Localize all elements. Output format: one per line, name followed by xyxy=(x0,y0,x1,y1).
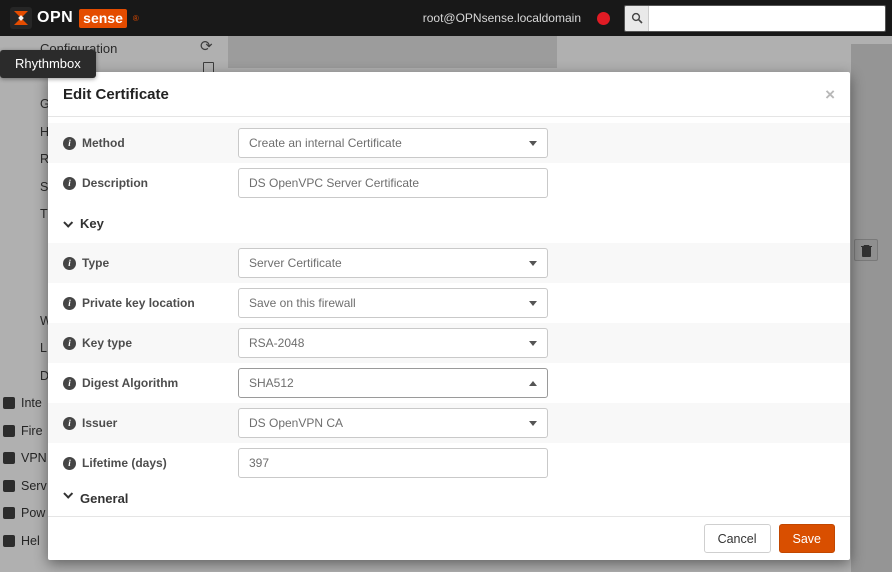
cancel-button[interactable]: Cancel xyxy=(703,524,771,553)
field-label: Issuer xyxy=(82,416,118,430)
caret-down-icon xyxy=(529,420,537,426)
info-icon[interactable]: i xyxy=(63,256,76,270)
brand-text-sense: sense xyxy=(79,8,127,28)
edit-certificate-modal: Edit Certificate × i Method Create an in… xyxy=(48,72,850,560)
issuer-select[interactable]: DS OpenVPN CA xyxy=(238,408,548,438)
caret-down-icon xyxy=(529,300,537,306)
save-button[interactable]: Save xyxy=(778,524,835,553)
form-row-description: i Description xyxy=(48,163,850,203)
form-row-lifetime: i Lifetime (days) xyxy=(48,443,850,483)
info-icon[interactable]: i xyxy=(63,176,76,190)
form-row-method: i Method Create an internal Certificate xyxy=(48,123,850,163)
form-row-type: i Type Server Certificate xyxy=(48,243,850,283)
brand-reg-mark: ® xyxy=(132,13,139,23)
notification-dot[interactable] xyxy=(597,11,610,25)
field-label: Digest Algorithm xyxy=(82,376,179,390)
caret-down-icon xyxy=(529,340,537,346)
section-header-key[interactable]: Key xyxy=(48,203,850,243)
description-input[interactable] xyxy=(238,168,548,198)
modal-footer: Cancel Save xyxy=(48,516,850,560)
form-row-private-key-location: i Private key location Save on this fire… xyxy=(48,283,850,323)
method-select[interactable]: Create an internal Certificate xyxy=(238,128,548,158)
field-label: Description xyxy=(82,176,149,190)
type-select[interactable]: Server Certificate xyxy=(238,248,548,278)
search-icon xyxy=(625,5,649,31)
chevron-down-icon xyxy=(63,217,74,228)
form-row-key-type: i Key type RSA-2048 xyxy=(48,323,850,363)
modal-header: Edit Certificate × xyxy=(48,72,850,117)
info-icon[interactable]: i xyxy=(63,376,76,390)
caret-down-icon xyxy=(529,140,537,146)
field-label: Method xyxy=(82,136,125,150)
logged-in-user: root@OPNsense.localdomain xyxy=(422,11,581,25)
caret-up-icon xyxy=(529,380,537,386)
info-icon[interactable]: i xyxy=(63,456,76,470)
topbar: OPN sense ® root@OPNsense.localdomain xyxy=(0,0,892,36)
caret-down-icon xyxy=(529,260,537,266)
close-icon[interactable]: × xyxy=(825,86,835,103)
key-type-select[interactable]: RSA-2048 xyxy=(238,328,548,358)
section-header-general[interactable]: General xyxy=(48,483,850,515)
opnsense-logo[interactable]: OPN sense ® xyxy=(6,7,139,29)
info-icon[interactable]: i xyxy=(63,136,76,150)
modal-body: i Method Create an internal Certificate … xyxy=(48,117,850,516)
rhythmbox-tooltip: Rhythmbox xyxy=(0,50,96,78)
modal-title: Edit Certificate xyxy=(63,85,169,103)
field-label: Private key location xyxy=(82,296,195,310)
global-search-input[interactable] xyxy=(649,5,885,31)
info-icon[interactable]: i xyxy=(63,416,76,430)
digest-algorithm-select[interactable]: SHA512 xyxy=(238,368,548,398)
field-label: Key type xyxy=(82,336,133,350)
private-key-location-select[interactable]: Save on this firewall xyxy=(238,288,548,318)
global-search xyxy=(624,4,886,32)
brand-text-opn: OPN xyxy=(37,9,74,26)
info-icon[interactable]: i xyxy=(63,336,76,350)
info-icon[interactable]: i xyxy=(63,296,76,310)
chevron-down-icon xyxy=(63,488,74,499)
lifetime-input[interactable] xyxy=(238,448,548,478)
form-row-digest-algorithm: i Digest Algorithm SHA512 xyxy=(48,363,850,403)
field-label: Type xyxy=(82,256,110,270)
screen: Configuration ⟳ G H R S T W L D Inte Fir… xyxy=(0,0,892,572)
field-label: Lifetime (days) xyxy=(82,456,167,470)
opnsense-logo-icon xyxy=(10,7,32,29)
form-row-issuer: i Issuer DS OpenVPN CA xyxy=(48,403,850,443)
